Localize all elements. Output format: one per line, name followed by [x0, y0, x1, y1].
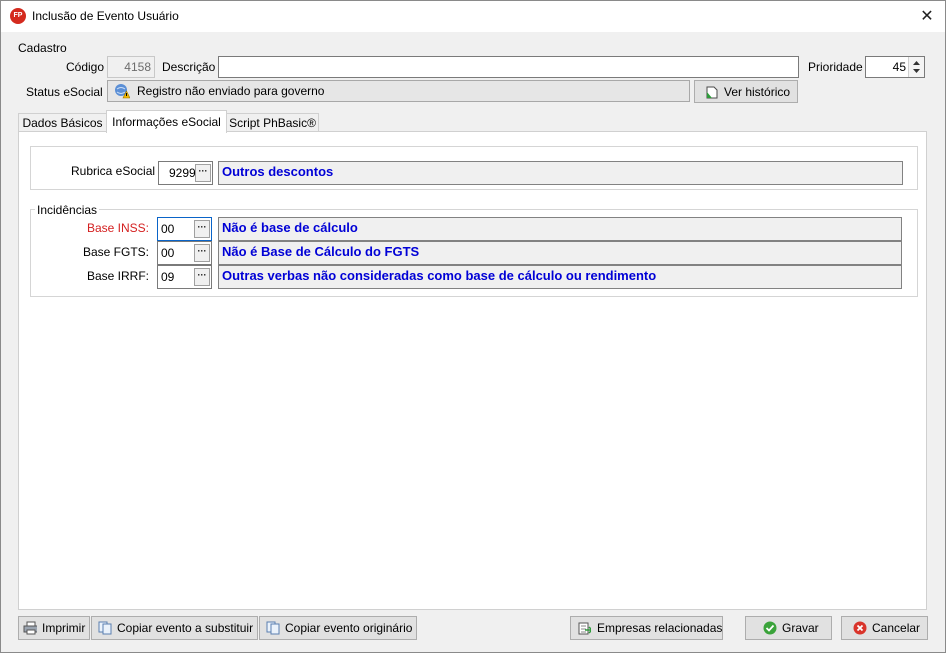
- imprimir-button[interactable]: Imprimir: [18, 616, 90, 640]
- descricao-input[interactable]: [218, 56, 799, 78]
- gravar-button[interactable]: Gravar: [745, 616, 832, 640]
- status-esocial-value: Registro não enviado para governo: [137, 84, 325, 98]
- status-esocial-field: Registro não enviado para governo: [107, 80, 690, 102]
- base-irrf-label: Base IRRF:: [86, 269, 149, 283]
- base-fgts-label: Base FGTS:: [82, 245, 149, 259]
- printer-icon: [23, 621, 37, 635]
- rubrica-code-input[interactable]: 9299 ···: [158, 161, 213, 185]
- prioridade-stepper[interactable]: 45: [865, 56, 925, 78]
- cancelar-button[interactable]: Cancelar: [841, 616, 928, 640]
- codigo-field: 4158: [107, 56, 155, 78]
- base-inss-lookup-button[interactable]: ···: [194, 220, 210, 238]
- close-icon[interactable]: ✕: [909, 1, 945, 32]
- ver-historico-label: Ver histórico: [724, 85, 791, 99]
- status-esocial-label: Status eSocial: [26, 85, 103, 99]
- companies-icon: [578, 622, 591, 635]
- copy-icon: [266, 621, 280, 635]
- descricao-label: Descrição: [162, 60, 216, 74]
- tab-informacoes-esocial[interactable]: Informações eSocial: [106, 110, 227, 133]
- prioridade-label: Prioridade: [808, 60, 863, 74]
- base-fgts-lookup-button[interactable]: ···: [194, 244, 210, 262]
- ver-historico-button[interactable]: Ver histórico: [694, 80, 798, 103]
- warning-globe-icon: [115, 84, 130, 99]
- tab-panel-esocial: Rubrica eSocial 9299 ··· Outros desconto…: [18, 131, 927, 610]
- rubrica-label: Rubrica eSocial: [71, 164, 156, 178]
- base-irrf-description: Outras verbas não consideradas como base…: [218, 265, 902, 289]
- copiar-evento-substituir-button[interactable]: Copiar evento a substituir: [91, 616, 258, 640]
- base-fgts-input[interactable]: 00 ···: [157, 241, 212, 265]
- prioridade-value: 45: [892, 60, 906, 74]
- copy-icon: [98, 621, 112, 635]
- base-inss-input[interactable]: 00 ···: [157, 217, 212, 241]
- base-inss-label: Base INSS:: [86, 221, 149, 235]
- base-inss-description: Não é base de cálculo: [218, 217, 902, 241]
- cancel-icon: [853, 621, 867, 635]
- rubrica-description: Outros descontos: [218, 161, 903, 185]
- copiar-evento-originario-button[interactable]: Copiar evento originário: [259, 616, 417, 640]
- window-title: Inclusão de Evento Usuário: [32, 9, 179, 23]
- tab-script-phbasic[interactable]: Script PhBasic®: [226, 113, 319, 132]
- stepper-arrows-icon[interactable]: [909, 57, 924, 77]
- stepper-buttons[interactable]: [908, 57, 924, 77]
- check-icon: [763, 621, 777, 635]
- dialog-window: FP Inclusão de Evento Usuário ✕ Cadastro…: [0, 0, 946, 653]
- incidencias-label: Incidências: [35, 203, 100, 217]
- tab-dados-basicos[interactable]: Dados Básicos: [18, 113, 107, 132]
- history-document-icon: [706, 86, 718, 99]
- codigo-label: Código: [66, 60, 105, 74]
- cadastro-group-label: Cadastro: [18, 41, 67, 55]
- app-logo-icon: FP: [10, 8, 26, 24]
- title-bar: FP Inclusão de Evento Usuário ✕: [1, 1, 945, 32]
- base-irrf-lookup-button[interactable]: ···: [194, 268, 210, 286]
- base-fgts-description: Não é Base de Cálculo do FGTS: [218, 241, 902, 265]
- base-irrf-input[interactable]: 09 ···: [157, 265, 212, 289]
- empresas-relacionadas-button[interactable]: Empresas relacionadas: [570, 616, 723, 640]
- rubrica-lookup-button[interactable]: ···: [195, 164, 211, 182]
